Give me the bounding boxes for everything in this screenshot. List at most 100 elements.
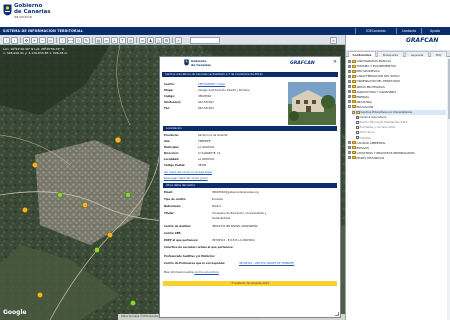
layer-folder[interactable]: + RIESGOS [347, 146, 447, 151]
tab-leyenda[interactable]: Leyenda [405, 51, 429, 57]
field-telefono: Teléfono(s): 922-331503 [164, 100, 214, 105]
school-marker[interactable] [114, 136, 122, 144]
layer-checkbox[interactable] [355, 130, 359, 134]
layer-folder[interactable]: + MAPAS HISTÓRICOS [347, 156, 447, 161]
layer-checkbox[interactable] [355, 136, 359, 139]
panel-tabs: Contenidos Búsqueda Leyenda FAQ [346, 50, 450, 57]
back-icon[interactable]: ‹ [3, 36, 10, 44]
layers-icon[interactable]: ≡ [139, 36, 146, 44]
nav-contacto-link[interactable]: Contacto [397, 27, 421, 35]
download-icon[interactable]: ↓ [111, 36, 118, 44]
layer-item[interactable]: Padrón Municipal Habitantes 2010 [355, 120, 447, 125]
expand-icon[interactable]: + [347, 95, 351, 99]
layer-checkbox[interactable] [355, 125, 359, 129]
centro-link[interactable]: CEIP RAMÓN Y CAJAL [198, 82, 225, 87]
school-marker[interactable] [125, 192, 131, 198]
expand-icon[interactable]: + [347, 100, 351, 104]
school-marker[interactable] [107, 232, 113, 238]
grafcan-logo: GRAFCAN [290, 61, 315, 66]
expand-icon[interactable]: + [347, 151, 351, 155]
expand-icon[interactable]: + [347, 59, 351, 63]
tab-faq[interactable]: FAQ [430, 51, 447, 57]
school-marker[interactable] [57, 192, 63, 198]
link-icon[interactable]: ∞ [103, 36, 110, 44]
tab-contenidos[interactable]: Contenidos [348, 51, 376, 57]
layer-checkbox[interactable]: ✓ [355, 115, 359, 119]
search-icon[interactable]: ⌕ [175, 36, 182, 44]
tab-busqueda[interactable]: Búsqueda [377, 51, 404, 57]
measure-distance-icon[interactable]: ⟷ [67, 36, 74, 44]
gobierno-canarias-logo[interactable]: Gobierno de Canarias IDE GRAFCAN [3, 3, 65, 19]
expand-icon[interactable]: + [347, 74, 351, 78]
school-marker[interactable] [82, 202, 88, 208]
field-label: Etapa: [164, 89, 174, 92]
3d-view-icon[interactable]: △ [155, 36, 162, 44]
toolbar-divider [136, 37, 137, 43]
layer-folder[interactable]: + ENERGÍA [347, 95, 447, 100]
layer-item[interactable]: Municipios [355, 130, 447, 135]
expand-icon[interactable]: + [347, 69, 351, 73]
cep-link[interactable]: 38700391 - CEP PTO. NORTE DE TENERIFE [239, 261, 294, 266]
nav-idecanarias-link[interactable]: IDECanarias [356, 27, 396, 35]
expand-icon[interactable]: + [347, 64, 351, 68]
resize-handle[interactable] [335, 312, 339, 316]
street-view-icon[interactable]: ♟ [147, 36, 154, 44]
measure-area-icon[interactable]: ◇ [75, 36, 82, 44]
expand-icon[interactable]: + [347, 79, 351, 83]
print-icon[interactable]: ▤ [95, 36, 102, 44]
field-tipo-centro: Tipo de centro: Docente [164, 197, 223, 202]
layer-item[interactable]: Ortofoto [355, 136, 447, 141]
scale-select[interactable] [190, 36, 220, 44]
section-otros-datos: Otros datos del centro [163, 183, 337, 188]
zoom-out-icon[interactable]: − [39, 36, 46, 44]
layer-item[interactable]: Entidades y núcleos 2001 [355, 125, 447, 130]
pan-icon[interactable]: ✥ [23, 36, 30, 44]
layer-folder[interactable]: + CARTOGRAFÍAS BÁSICAS [347, 59, 447, 64]
info-icon[interactable]: i [59, 36, 66, 44]
school-marker[interactable] [32, 162, 38, 168]
collapse-icon[interactable]: − [347, 105, 351, 109]
section-localizacion: Localización [163, 126, 337, 131]
layer-folder[interactable]: − Centros Educativos no Universitarios [351, 110, 446, 115]
field-label: Colectivo de escuelas rurales al que per… [164, 246, 234, 249]
layer-folder[interactable]: + CALIDAD AMBIENTAL [347, 141, 447, 146]
google-maps-link[interactable]: Ver mapa del centro en Google Maps [164, 170, 212, 175]
school-marker[interactable] [22, 207, 28, 213]
school-marker[interactable] [130, 300, 136, 306]
forward-icon[interactable]: › [11, 36, 18, 44]
layer-folder[interactable]: + CATASTROS Y REGISTROS INMOBILIARIOS [347, 151, 447, 156]
upload-icon[interactable]: ↑ [119, 36, 126, 44]
panel-header: GRAFCAN [346, 35, 450, 48]
draw-icon[interactable]: ✎ [83, 36, 90, 44]
zoom-in-icon[interactable]: + [31, 36, 38, 44]
field-value: Público [212, 205, 222, 208]
school-marker[interactable] [94, 247, 100, 253]
layer-label: CARTOGRAFÍAS BÁSICAS [356, 59, 392, 63]
logo-line2: de Canarias [14, 9, 51, 15]
layer-folder[interactable]: + INDUSTRIA [347, 100, 447, 105]
expand-icon[interactable]: + [347, 146, 351, 150]
layer-folder[interactable]: + AGRICULTURA Y GANADERÍA [347, 90, 447, 95]
layer-folder[interactable]: + ÁREAS PROTEGIDAS [347, 85, 447, 90]
layer-checkbox[interactable] [355, 120, 359, 124]
close-icon[interactable]: × [332, 59, 338, 65]
expand-icon[interactable]: » [330, 36, 337, 44]
zoom-box-icon[interactable]: ▭ [47, 36, 54, 44]
layer-item[interactable]: ✓Centros educativos [355, 115, 447, 120]
location-icon[interactable]: ◎ [127, 36, 134, 44]
expand-icon[interactable]: + [347, 156, 351, 160]
download-kmz-link[interactable]: Descargar mapa del centro (kmz) [164, 176, 208, 181]
expand-icon[interactable]: + [347, 141, 351, 145]
collapse-icon[interactable]: − [351, 110, 355, 114]
layer-folder[interactable]: + ORDENACIÓN DEL TERRITORIO [347, 79, 447, 84]
layer-folder[interactable]: + TURISMO Y EQUIPAMIENTOS [347, 64, 447, 69]
layer-folder[interactable]: − EDUCACIÓN [347, 105, 447, 110]
feature-info-popup: Gobierno de Canarias GRAFCAN × Centros e… [159, 56, 341, 318]
settings-icon[interactable]: ⚙ [163, 36, 170, 44]
expand-icon[interactable]: + [347, 90, 351, 94]
expand-icon[interactable]: + [347, 85, 351, 88]
more-info-link[interactable]: centros educativos [194, 271, 219, 274]
school-marker[interactable] [37, 292, 43, 298]
field-provincia: Provincia: Santa Cruz de Tenerife [164, 133, 227, 138]
nav-ayuda-link[interactable]: Ayuda [422, 27, 448, 35]
